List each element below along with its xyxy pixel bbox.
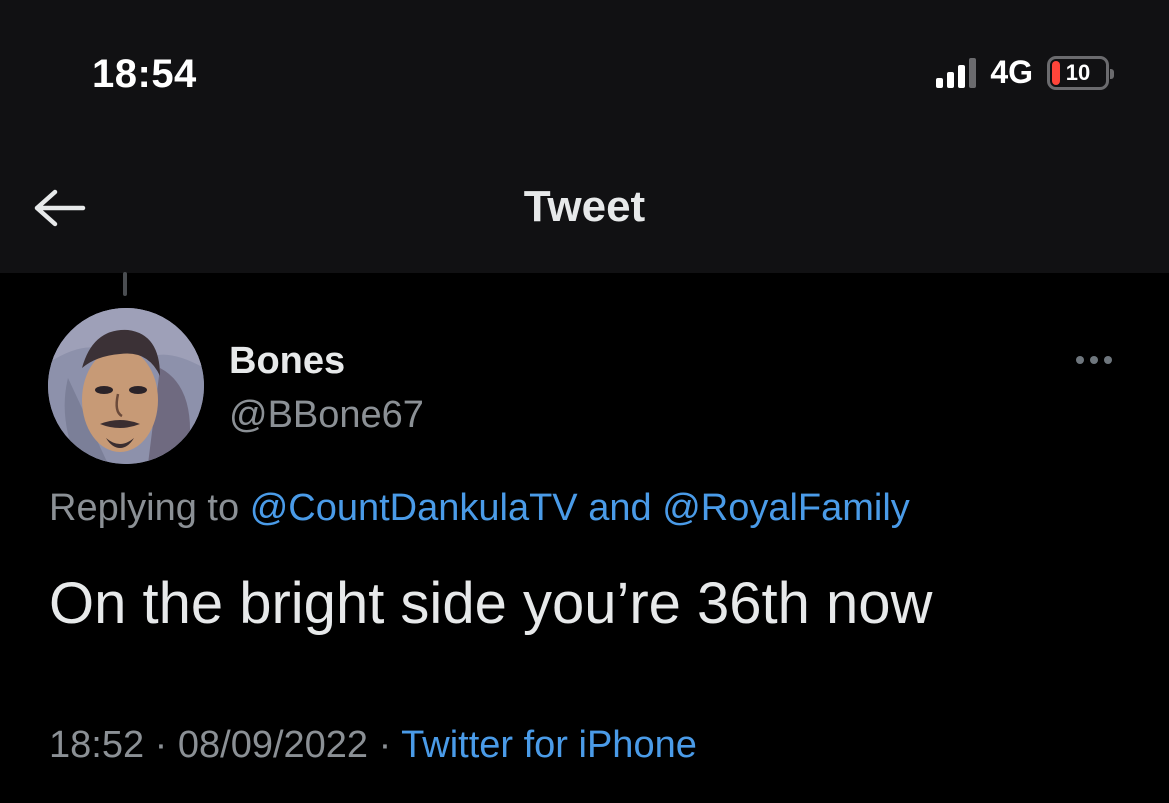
tweet-date: 08/09/2022 xyxy=(177,724,369,766)
tweet-detail-screen: 18:54 4G 10 Tweet Bones @BBone67 Replyin… xyxy=(0,0,1169,803)
author-display-name[interactable]: Bones xyxy=(229,340,345,383)
cellular-signal-icon xyxy=(936,57,977,88)
page-title: Tweet xyxy=(523,182,646,231)
battery-fill xyxy=(1052,60,1060,85)
top-bar: 18:54 4G 10 Tweet xyxy=(0,0,1169,273)
thread-connector-line xyxy=(123,272,127,296)
replying-to-line: Replying to @CountDankulaTV and @RoyalFa… xyxy=(49,487,910,530)
mention-link-royalfamily[interactable]: @RoyalFamily xyxy=(662,487,910,529)
status-time: 18:54 xyxy=(92,52,197,96)
battery-level: 10 xyxy=(1065,59,1091,85)
status-indicators: 4G 10 xyxy=(936,54,1114,91)
mention-link-countdankulatv[interactable]: @CountDankulaTV xyxy=(250,487,578,529)
more-horizontal-icon-dot xyxy=(1090,356,1098,364)
network-type: 4G xyxy=(990,54,1033,90)
author-handle[interactable]: @BBone67 xyxy=(229,394,424,437)
battery-nub xyxy=(1110,68,1114,79)
avatar-illustration xyxy=(48,308,204,464)
tweet-meta: 18:52 · 08/09/2022 · Twitter for iPhone xyxy=(49,724,697,767)
tweet-source-link[interactable]: Twitter for iPhone xyxy=(401,724,697,766)
more-horizontal-icon xyxy=(1076,356,1084,364)
avatar[interactable] xyxy=(48,308,204,464)
tweet-text: On the bright side you’re 36th now xyxy=(49,571,933,636)
meta-separator-2: · xyxy=(378,724,392,766)
replying-to-label: Replying to xyxy=(49,487,240,529)
more-horizontal-icon-dot xyxy=(1104,356,1112,364)
mention-joiner[interactable]: and xyxy=(588,487,651,529)
meta-separator: · xyxy=(154,724,168,766)
more-options-button[interactable] xyxy=(1069,348,1119,372)
battery-icon: 10 xyxy=(1047,55,1114,90)
tweet-time: 18:52 xyxy=(49,724,145,766)
